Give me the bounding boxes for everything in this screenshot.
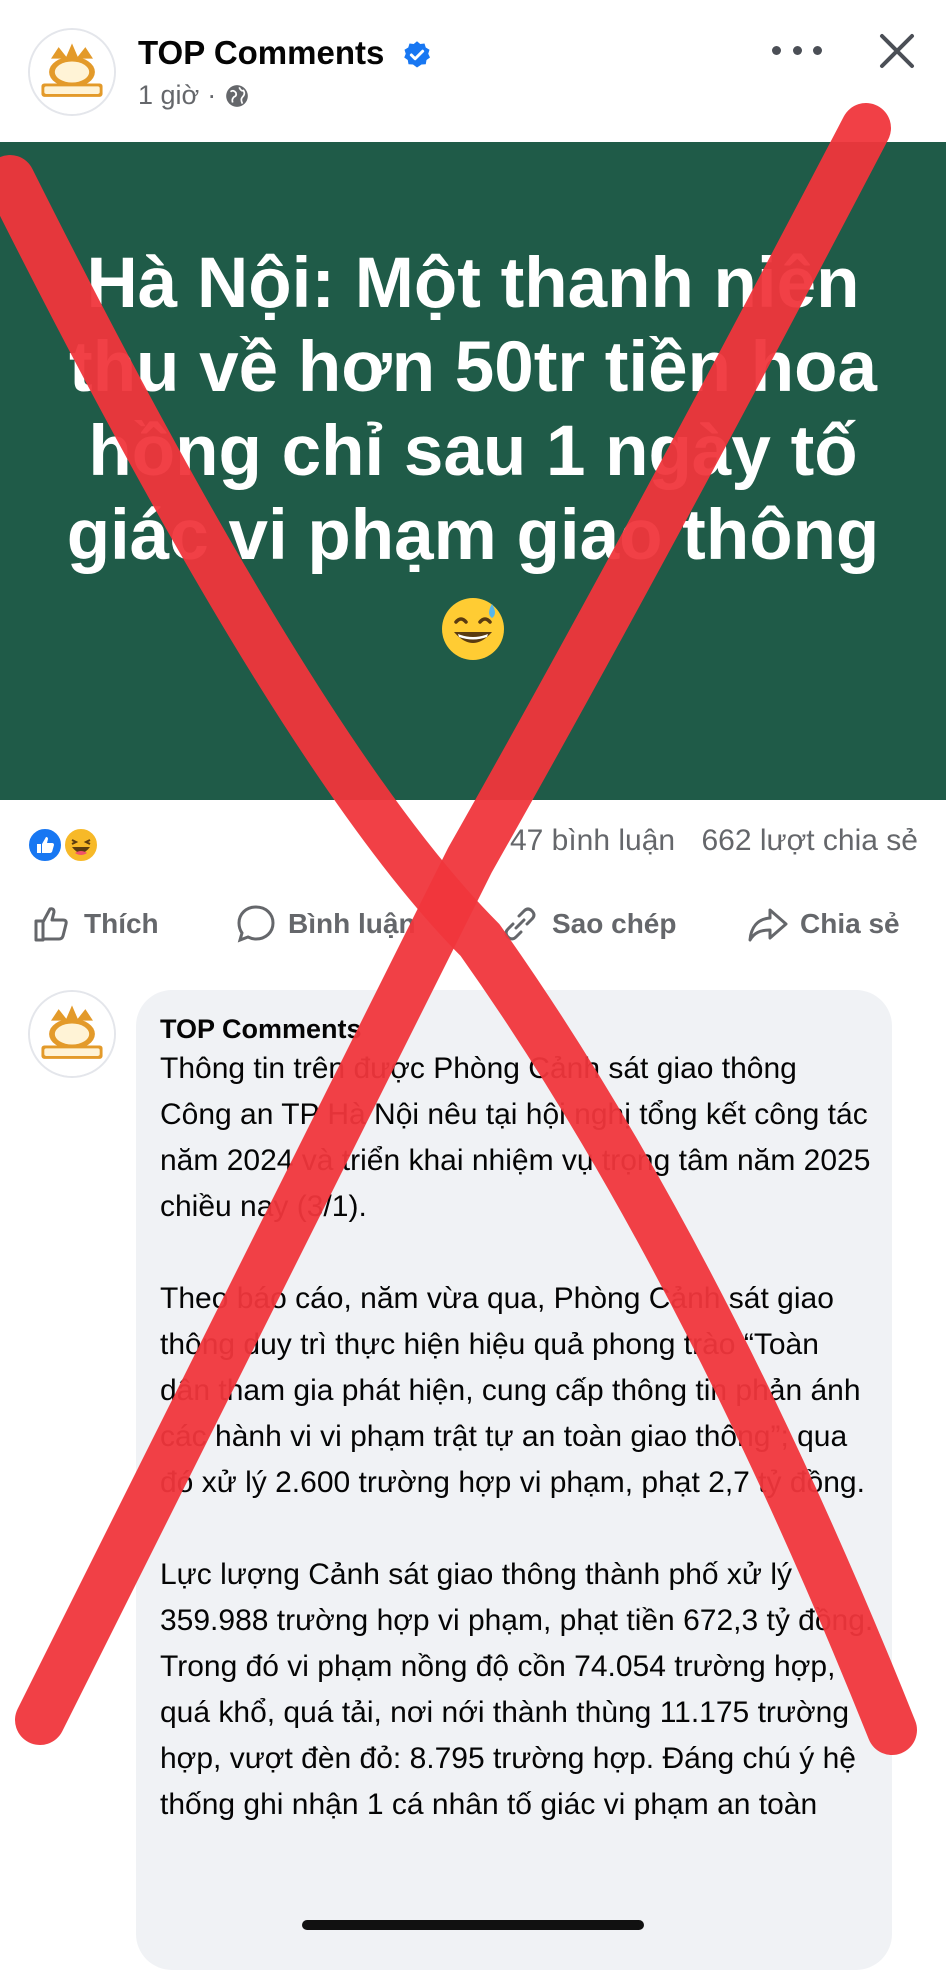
comment-count[interactable]: 47 bình luận (510, 824, 675, 857)
verified-badge-icon (403, 41, 430, 68)
dot (792, 45, 802, 55)
stats-counts: 47 bình luận 662 lượt chia sẻ (492, 824, 918, 858)
share-arrow-icon (748, 908, 788, 942)
copy-button[interactable]: Sao chép (498, 902, 676, 946)
meta-separator: · (207, 80, 217, 110)
page-avatar[interactable] (28, 28, 116, 116)
more-options-button[interactable] (772, 30, 822, 70)
like-button[interactable]: Thích (30, 902, 159, 946)
page-name-text[interactable]: TOP Comments (138, 34, 384, 71)
page-name[interactable]: TOP Comments (138, 34, 432, 72)
home-indicator[interactable] (302, 1920, 644, 1930)
post-banner[interactable]: Hà Nội: Một thanh niên thu về hơn 50tr t… (0, 142, 946, 800)
comment-button[interactable]: Bình luận (234, 902, 416, 946)
comment-label: Bình luận (288, 908, 416, 939)
comment-paragraph: Theo báo cáo, năm vừa qua, Phòng Cảnh sá… (160, 1282, 865, 1499)
haha-reaction-icon[interactable] (62, 826, 100, 864)
globe-icon (226, 84, 249, 107)
comment-paragraph: Lực lượng Cảnh sát giao thông thành phố … (160, 1558, 874, 1821)
dot (772, 45, 781, 55)
share-button[interactable]: Chia sẻ (746, 902, 900, 946)
post-header: TOP Comments 1 giờ · (0, 0, 946, 140)
comment-paragraph: Thông tin trên được Phòng Cảnh sát giao … (160, 1052, 871, 1223)
banner-title: Hà Nội: Một thanh niên thu về hơn 50tr t… (66, 244, 880, 575)
link-icon (504, 907, 536, 941)
comment-body: Thông tin trên được Phòng Cảnh sát giao … (160, 1046, 876, 1874)
close-icon[interactable] (872, 26, 922, 76)
thumbs-up-icon (34, 907, 68, 942)
share-count[interactable]: 662 lượt chia sẻ (701, 824, 918, 857)
copy-label: Sao chép (552, 908, 677, 939)
grinning-sweat-emoji-icon (442, 598, 504, 660)
top-comments-logo (30, 992, 114, 1076)
like-reaction-icon[interactable] (26, 826, 64, 864)
post-actions: Thích Bình luận Sao chép Chia sẻ (0, 890, 946, 960)
share-label: Chia sẻ (800, 908, 900, 939)
like-label: Thích (84, 908, 159, 939)
comment-bubble[interactable]: TOP Comments Thông tin trên được Phòng C… (136, 990, 892, 1970)
post-time[interactable]: 1 giờ (138, 80, 199, 111)
top-comments-logo (30, 30, 114, 114)
post-stats: 47 bình luận 662 lượt chia sẻ (0, 810, 946, 880)
comment-author-avatar[interactable] (28, 990, 116, 1078)
comment-author[interactable]: TOP Comments (160, 1014, 362, 1045)
dot (813, 45, 822, 55)
post-meta: 1 giờ · (138, 80, 250, 111)
speech-bubble-icon (237, 905, 275, 943)
